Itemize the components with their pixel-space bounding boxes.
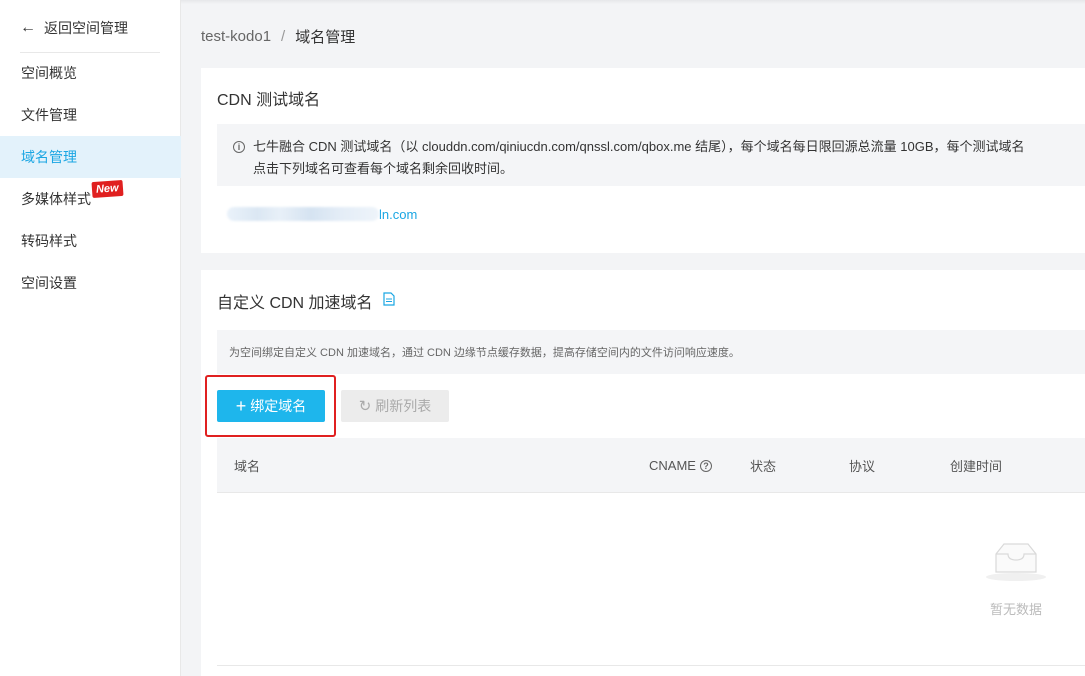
- empty-text: 暂无数据: [989, 602, 1042, 617]
- empty-state: 暂无数据: [981, 540, 1051, 618]
- sidebar-item-label: 转码样式: [21, 233, 77, 249]
- plus-icon: +: [235, 396, 247, 416]
- back-label: 返回空间管理: [44, 20, 128, 36]
- sidebar-item-label: 空间概览: [21, 65, 77, 81]
- info-icon: i: [233, 141, 245, 153]
- cdn-test-notice: i 七牛融合 CDN 测试域名（以 clouddn.com/qiniucdn.co…: [217, 124, 1085, 186]
- test-domain-link[interactable]: ln.com: [227, 204, 417, 224]
- column-protocol: 协议: [849, 459, 876, 474]
- document-icon[interactable]: [382, 291, 395, 311]
- custom-cdn-card: 自定义 CDN 加速域名 为空间绑定自定义 CDN 加速域名，通过 CDN 边缘…: [201, 270, 1085, 676]
- breadcrumb: test-kodo1 / 域名管理: [201, 24, 355, 48]
- top-shadow: [181, 0, 1085, 4]
- sidebar-item-media-styles[interactable]: 多媒体样式 New: [0, 178, 181, 220]
- column-domain: 域名: [234, 459, 261, 474]
- table-bottom-border: [217, 665, 1085, 666]
- new-badge: New: [91, 179, 124, 199]
- notice-line-1: 七牛融合 CDN 测试域名（以 clouddn.com/qiniucdn.com…: [253, 139, 1025, 154]
- sidebar-item-label: 空间设置: [21, 275, 77, 291]
- empty-inbox-icon: [981, 540, 1051, 585]
- column-cname: CNAME ?: [649, 438, 712, 493]
- refresh-icon: ↻: [358, 397, 372, 415]
- sidebar-item-transcode-styles[interactable]: 转码样式: [0, 220, 181, 262]
- domain-table-header: 域名 CNAME ? 状态 协议 创建时间: [217, 438, 1085, 493]
- redacted-domain-blur: [227, 207, 379, 221]
- cdn-test-title: CDN 测试域名: [217, 92, 321, 109]
- column-status: 状态: [750, 459, 777, 474]
- sidebar-item-domains[interactable]: 域名管理: [0, 136, 181, 178]
- sidebar-item-overview[interactable]: 空间概览: [0, 52, 181, 94]
- arrow-left-icon: ←: [20, 19, 36, 36]
- back-to-bucket-management[interactable]: ← 返回空间管理: [0, 4, 181, 52]
- refresh-list-label: 刷新列表: [375, 398, 432, 414]
- breadcrumb-separator: /: [281, 27, 286, 45]
- sidebar: ← 返回空间管理 空间概览 文件管理 域名管理 多媒体样式 New 转码样式 空…: [0, 0, 181, 676]
- breadcrumb-current: 域名管理: [295, 28, 356, 46]
- refresh-list-button[interactable]: ↻ 刷新列表: [341, 390, 449, 422]
- bind-domain-button[interactable]: + 绑定域名: [217, 390, 325, 422]
- sidebar-item-bucket-settings[interactable]: 空间设置: [0, 262, 181, 304]
- help-icon[interactable]: ?: [699, 459, 712, 472]
- sidebar-item-label: 域名管理: [21, 149, 77, 165]
- custom-cdn-title: 自定义 CDN 加速域名: [217, 295, 373, 312]
- custom-cdn-description: 为空间绑定自定义 CDN 加速域名，通过 CDN 边缘节点缓存数据，提高存储空间…: [217, 330, 1085, 374]
- breadcrumb-bucket[interactable]: test-kodo1: [201, 28, 271, 45]
- sidebar-nav: 空间概览 文件管理 域名管理 多媒体样式 New 转码样式 空间设置: [0, 52, 181, 304]
- sidebar-item-label: 多媒体样式: [21, 191, 91, 207]
- custom-cdn-title-row: 自定义 CDN 加速域名: [217, 289, 395, 313]
- test-domain-suffix: ln.com: [379, 206, 418, 222]
- column-cname-label: CNAME: [649, 458, 696, 473]
- bind-domain-label: 绑定域名: [250, 398, 307, 414]
- cdn-test-domain-card: CDN 测试域名 i 七牛融合 CDN 测试域名（以 clouddn.com/qi…: [201, 68, 1085, 253]
- column-created-time: 创建时间: [950, 459, 1003, 474]
- sidebar-item-files[interactable]: 文件管理: [0, 94, 181, 136]
- sidebar-item-label: 文件管理: [21, 107, 77, 123]
- notice-line-2: 点击下列域名可查看每个域名剩余回收时间。: [253, 161, 514, 176]
